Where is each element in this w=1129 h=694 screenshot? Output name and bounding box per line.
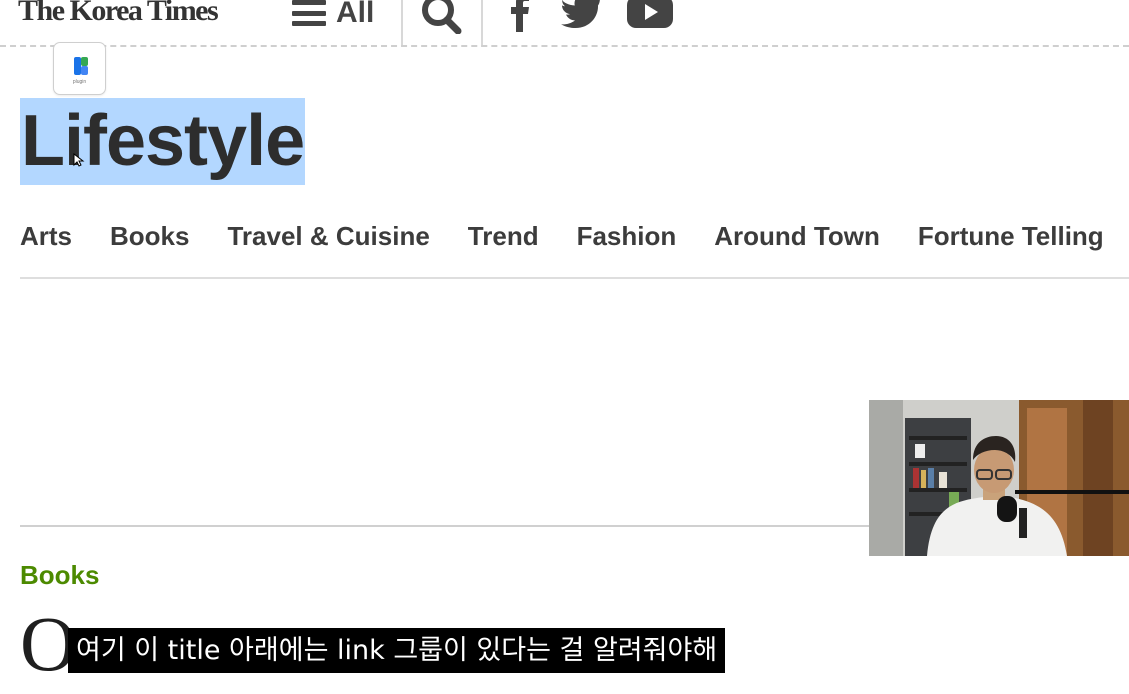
content-divider <box>20 525 870 527</box>
subnav-link-fashion[interactable]: Fashion <box>577 218 677 254</box>
site-logo[interactable]: The Korea Times <box>18 0 219 28</box>
subnav-link-fortune-telling[interactable]: Fortune Telling <box>918 218 1104 254</box>
facebook-icon[interactable] <box>508 0 532 37</box>
header-divider <box>401 0 403 47</box>
subnav-link-arts[interactable]: Arts <box>20 218 72 254</box>
title-selection-highlight: Lifestyle <box>20 98 305 185</box>
subnav-link-trend[interactable]: Trend <box>468 218 539 254</box>
subnav-link-books[interactable]: Books <box>110 218 189 254</box>
subnav-link-travel-cuisine[interactable]: Travel & Cuisine <box>227 218 429 254</box>
youtube-icon[interactable] <box>627 0 673 35</box>
extension-badge[interactable]: plugin <box>53 42 106 95</box>
webcam-overlay <box>869 400 1129 556</box>
all-menu-label: All <box>336 0 375 29</box>
subnav-link-around-town[interactable]: Around Town <box>714 218 880 254</box>
twitter-icon[interactable] <box>561 0 601 35</box>
site-header: The Korea Times All <box>0 0 1129 47</box>
lifestyle-subnav: Arts Books Travel & Cuisine Trend Fashio… <box>20 218 1104 254</box>
header-dashed-divider <box>0 45 1129 47</box>
header-divider <box>481 0 483 47</box>
page-title: Lifestyle <box>21 101 305 181</box>
mouse-pointer-icon <box>73 153 85 167</box>
video-subtitle: 여기 이 title 아래에는 link 그룹이 있다는 걸 알려줘야해 <box>68 628 726 673</box>
extension-badge-caption: plugin <box>72 79 87 85</box>
all-menu-button[interactable]: All <box>292 0 374 30</box>
menu-icon <box>292 0 326 26</box>
search-icon[interactable] <box>421 0 463 39</box>
article-category-link[interactable]: Books <box>20 560 99 591</box>
subnav-divider <box>20 277 1129 279</box>
